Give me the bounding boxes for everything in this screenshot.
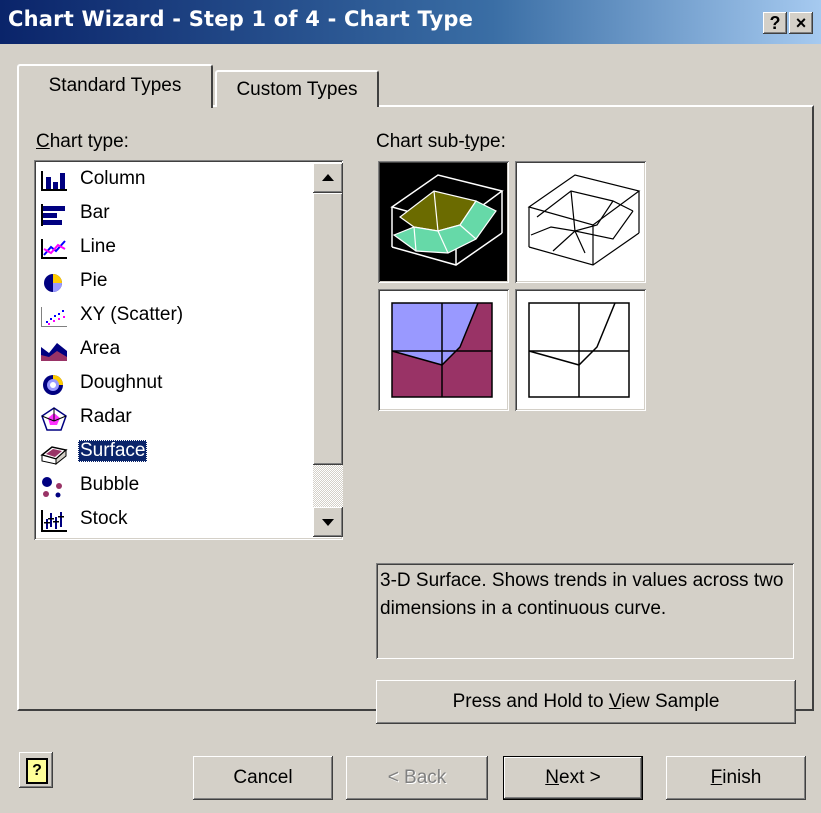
chart-type-label: Chart type: bbox=[36, 131, 129, 152]
list-scrollbar[interactable] bbox=[313, 163, 343, 537]
help-icon: ? bbox=[26, 758, 48, 784]
list-item-doughnut[interactable]: Doughnut bbox=[38, 368, 314, 402]
arrow-up-icon bbox=[322, 174, 334, 181]
next-button[interactable]: Next > bbox=[503, 756, 643, 800]
subtype-3d-surface[interactable] bbox=[378, 161, 509, 283]
finish-button[interactable]: Finish bbox=[666, 756, 806, 800]
tab-custom-types[interactable]: Custom Types bbox=[215, 70, 379, 107]
view-sample-button[interactable]: Press and Hold to View Sample bbox=[376, 680, 796, 724]
tab-standard-types[interactable]: Standard Types bbox=[17, 64, 213, 108]
contour-wireframe-icon bbox=[528, 302, 630, 398]
title-bar[interactable]: Chart Wizard - Step 1 of 4 - Chart Type … bbox=[0, 0, 821, 44]
list-item-area[interactable]: Area bbox=[38, 334, 314, 368]
bubble-chart-icon bbox=[42, 477, 62, 498]
scroll-up-button[interactable] bbox=[313, 163, 343, 193]
tab-join bbox=[19, 105, 211, 108]
office-assistant-button[interactable]: ? bbox=[19, 752, 53, 788]
list-item-xy-scatter[interactable]: XY (Scatter) bbox=[38, 300, 314, 334]
list-item-column[interactable]: Column bbox=[38, 164, 314, 198]
chart-subtype-label: Chart sub-type: bbox=[376, 131, 506, 152]
surface-wireframe-icon bbox=[527, 174, 641, 266]
scroll-down-button[interactable] bbox=[313, 507, 343, 537]
window-title: Chart Wizard - Step 1 of 4 - Chart Type bbox=[8, 7, 474, 31]
bar-chart-icon bbox=[41, 204, 65, 226]
subtype-3d-surface-wireframe[interactable] bbox=[515, 161, 646, 283]
close-button[interactable]: × bbox=[789, 12, 813, 34]
doughnut-chart-icon bbox=[43, 375, 63, 395]
surface-3d-icon bbox=[390, 174, 504, 266]
description-text: 3-D Surface. Shows trends in values acro… bbox=[380, 570, 784, 619]
subtype-contour[interactable] bbox=[378, 289, 509, 411]
subtype-contour-wireframe[interactable] bbox=[515, 289, 646, 411]
line-chart-icon bbox=[41, 239, 67, 259]
radar-chart-icon bbox=[41, 407, 67, 431]
list-item-stock[interactable]: Stock bbox=[38, 504, 314, 538]
cancel-button[interactable]: Cancel bbox=[193, 756, 333, 800]
list-item-bubble[interactable]: Bubble bbox=[38, 470, 314, 504]
column-chart-icon bbox=[41, 171, 67, 191]
help-button[interactable]: ? bbox=[763, 12, 787, 34]
arrow-down-icon bbox=[322, 519, 334, 526]
list-item-surface[interactable]: Surface bbox=[38, 436, 314, 470]
scroll-thumb[interactable] bbox=[313, 193, 343, 465]
surface-chart-icon bbox=[40, 446, 68, 465]
list-item-line[interactable]: Line bbox=[38, 232, 314, 266]
chart-type-listbox[interactable]: Column Bar Line Pie XY (Scatter) Area Do… bbox=[34, 160, 343, 540]
back-button[interactable]: < Back bbox=[346, 756, 488, 800]
list-item-pie[interactable]: Pie bbox=[38, 266, 314, 300]
scatter-chart-icon bbox=[41, 307, 67, 327]
pie-chart-icon bbox=[44, 274, 62, 292]
list-item-bar[interactable]: Bar bbox=[38, 198, 314, 232]
stock-chart-icon bbox=[41, 510, 67, 532]
contour-icon bbox=[391, 302, 493, 398]
list-item-radar[interactable]: Radar bbox=[38, 402, 314, 436]
area-chart-icon bbox=[41, 343, 67, 361]
